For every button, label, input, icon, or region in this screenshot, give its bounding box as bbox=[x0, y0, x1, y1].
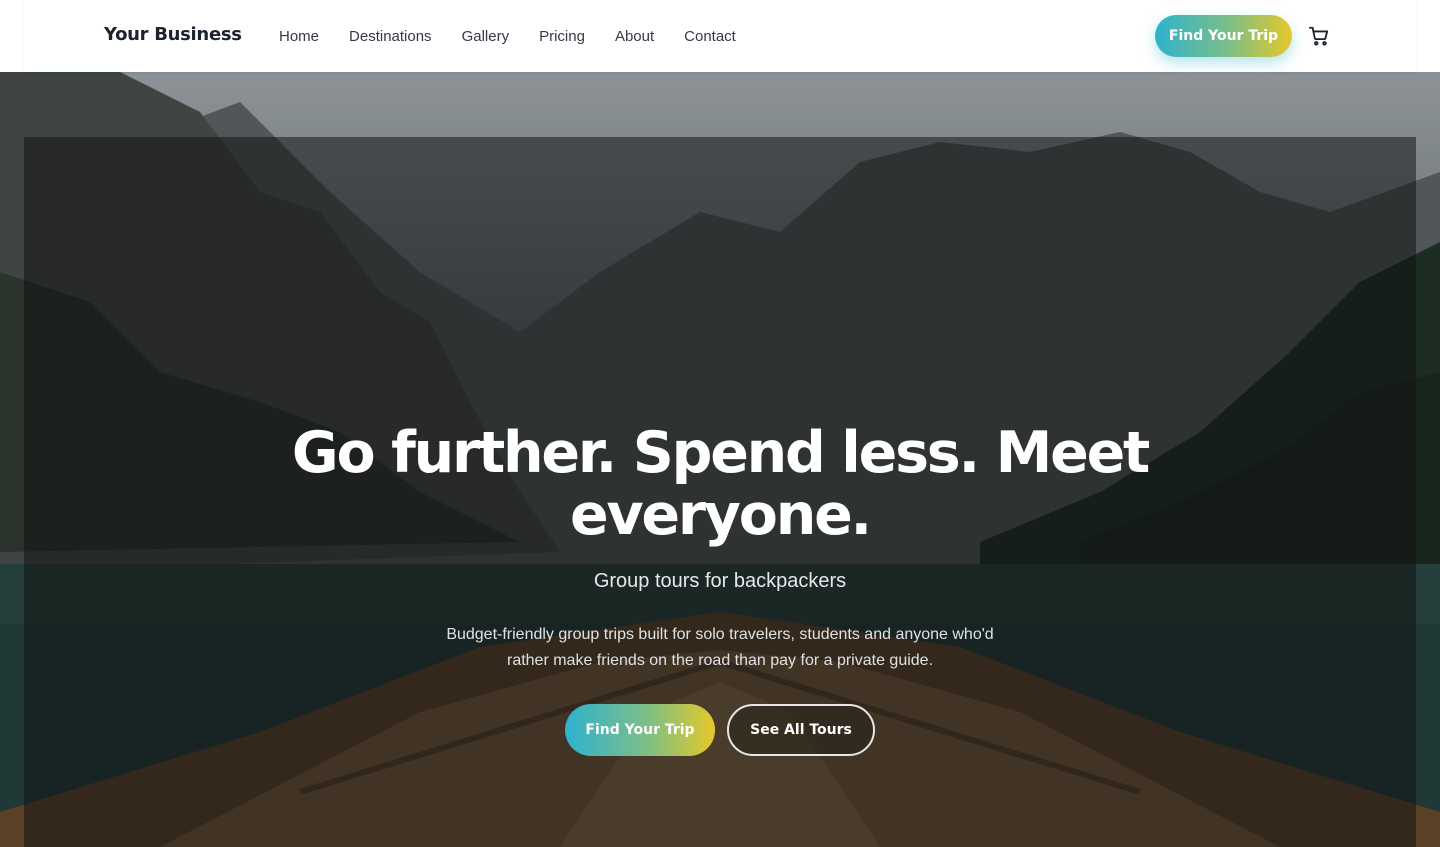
hero-section: Go further. Spend less. Meet everyone. G… bbox=[0, 0, 1440, 847]
nav-destinations[interactable]: Destinations bbox=[349, 28, 432, 45]
see-all-tours-button[interactable]: See All Tours bbox=[727, 704, 875, 756]
nav-gallery[interactable]: Gallery bbox=[462, 28, 510, 45]
hero-title: Go further. Spend less. Meet everyone. bbox=[291, 420, 1150, 548]
hero-subtitle: Group tours for backpackers bbox=[593, 570, 847, 592]
hero-description: Budget-friendly group trips built for so… bbox=[446, 626, 994, 669]
nav-home[interactable]: Home bbox=[279, 28, 319, 45]
hero-find-trip-button[interactable]: Find Your Trip bbox=[565, 704, 715, 756]
nav-pricing[interactable]: Pricing bbox=[539, 28, 585, 45]
main-nav: Home Destinations Gallery Pricing About … bbox=[279, 28, 766, 45]
nav-about[interactable]: About bbox=[615, 28, 654, 45]
cart-icon[interactable] bbox=[1308, 25, 1330, 47]
nav-contact[interactable]: Contact bbox=[684, 28, 736, 45]
site-header: Your Business Home Destinations Gallery … bbox=[24, 0, 1416, 72]
header-find-trip-button[interactable]: Find Your Trip bbox=[1155, 15, 1292, 57]
brand-logo[interactable]: Your Business bbox=[104, 24, 242, 45]
